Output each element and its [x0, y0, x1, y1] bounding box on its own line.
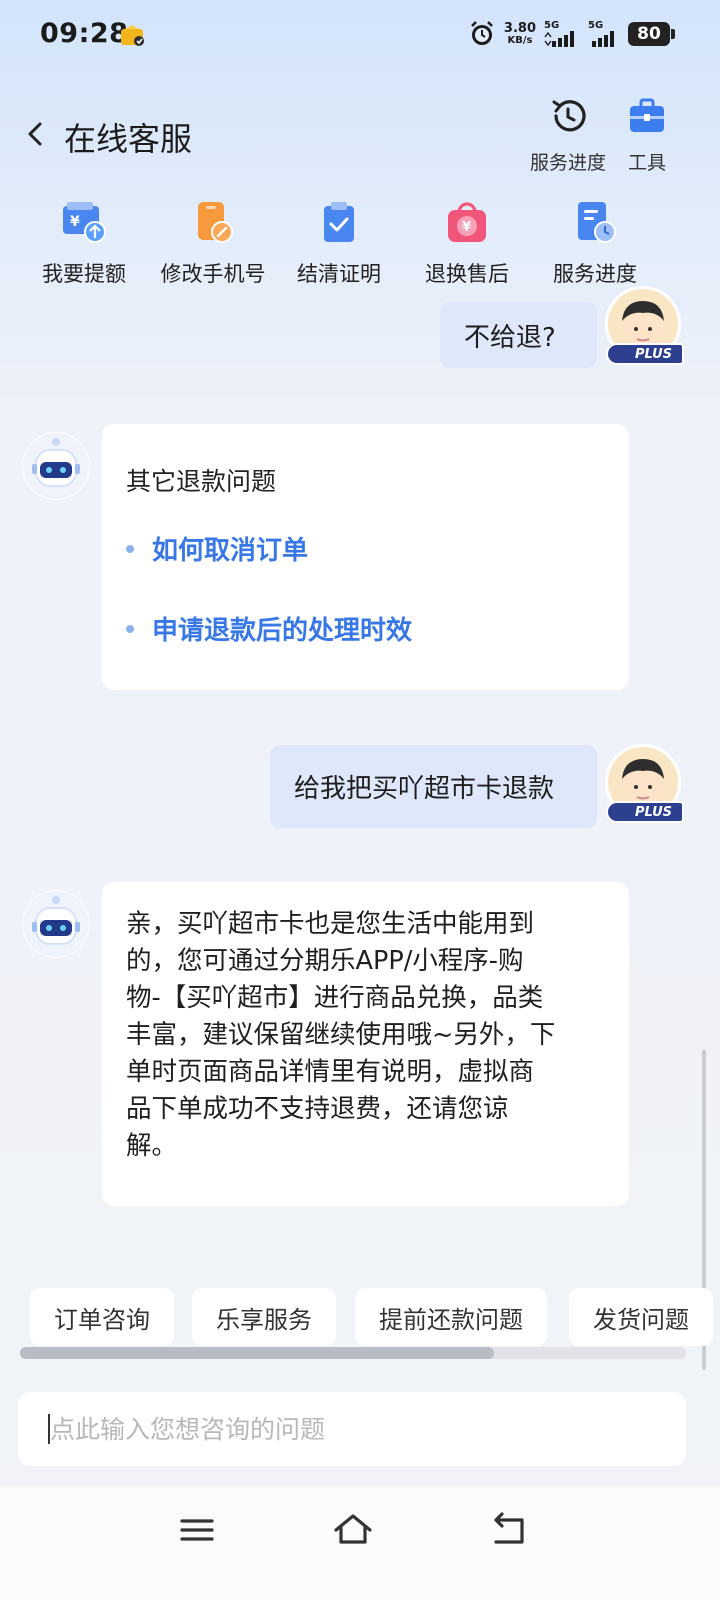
user-message-bubble: 给我把买吖超市卡退款	[270, 745, 597, 828]
user-message-bubble: 不给退?	[440, 302, 597, 368]
faq-link-text: 如何取消订单	[152, 536, 309, 566]
answer-line: 的，您可通过分期乐APP/小程序-购	[126, 946, 524, 976]
shortcut-label: 我要提额	[42, 262, 126, 286]
faq-link-text: 申请退款后的处理时效	[152, 616, 413, 646]
plus-member-badge: PLUS	[606, 343, 684, 365]
bot-answer-text: 亲，买吖超市卡也是您生活中能用到 的，您可通过分期乐APP/小程序-购 物-【买…	[126, 906, 616, 1165]
shortcut-return-exchange[interactable]: ¥ 退换售后	[397, 200, 537, 288]
shopping-bag-yen-icon: ¥	[448, 202, 486, 242]
answer-line: 品下单成功不支持退费，还请您谅	[126, 1094, 509, 1124]
user-message-text: 不给退?	[464, 322, 556, 353]
answer-line: 丰富，建议保留继续使用哦~另外，下	[126, 1020, 556, 1050]
sim1-label: 5G	[544, 20, 560, 31]
answer-line: 解。	[126, 1131, 178, 1161]
document-clock-icon	[578, 202, 616, 243]
bot-faq-card: 其它退款问题 如何取消订单 申请退款后的处理时效	[102, 424, 629, 690]
phone-edit-icon	[198, 202, 233, 243]
alarm-icon	[471, 21, 493, 45]
status-bar: 09:28 3.80 KB/s 5G 5G 80	[0, 0, 720, 72]
shortcut-label: 服务进度	[553, 262, 637, 286]
plus-member-badge: PLUS	[606, 801, 684, 823]
tools-header-label: 工具	[627, 152, 666, 174]
back-arrow-icon[interactable]	[18, 116, 54, 152]
faq-card-title: 其它退款问题	[126, 467, 277, 496]
user-avatar[interactable]: PLUS	[605, 286, 684, 365]
menu-icon[interactable]	[172, 1508, 222, 1552]
robot-icon	[23, 891, 89, 957]
page-header: 在线客服 服务进度 工具	[0, 88, 720, 188]
clipboard-check-icon	[324, 202, 354, 242]
network-speed: 3.80 KB/s	[504, 22, 536, 46]
shortcut-label: 修改手机号	[160, 262, 266, 286]
service-progress-header-button[interactable]: 服务进度	[530, 96, 606, 175]
sim2-signal: 5G	[588, 21, 620, 47]
sim1-signal: 5G	[544, 21, 580, 47]
user-avatar[interactable]: PLUS	[605, 744, 684, 823]
message-input-bar	[18, 1392, 686, 1466]
message-input[interactable]	[50, 1392, 670, 1466]
sim2-label: 5G	[588, 20, 604, 31]
answer-line: 亲，买吖超市卡也是您生活中能用到	[126, 909, 535, 939]
battery-indicator: 80	[628, 22, 675, 46]
page-title: 在线客服	[64, 120, 193, 158]
wallet-upload-icon: ¥	[63, 202, 106, 243]
chips-scroll-thumb[interactable]	[20, 1347, 494, 1359]
svg-text:¥: ¥	[462, 220, 471, 235]
shortcut-credit-increase[interactable]: ¥ 我要提额	[14, 200, 154, 288]
faq-link-cancel-order[interactable]: 如何取消订单	[126, 530, 308, 567]
shortcut-change-phone[interactable]: 修改手机号	[143, 200, 283, 288]
service-progress-header-label: 服务进度	[530, 152, 607, 174]
status-time: 09:28	[40, 18, 129, 49]
user-message-text: 给我把买吖超市卡退款	[294, 774, 555, 804]
shortcut-bar: ¥ 我要提额 修改手机号 结清证明 ¥ 退换售后 服务进度	[0, 200, 720, 300]
chip-early-repayment[interactable]: 提前还款问题	[355, 1288, 547, 1346]
network-speed-unit: KB/s	[507, 35, 533, 46]
shortcut-settlement-proof[interactable]: 结清证明	[269, 200, 409, 288]
system-nav-bar	[0, 1486, 720, 1600]
chip-enjoy-service[interactable]: 乐享服务	[192, 1288, 336, 1346]
bot-answer-bubble: 亲，买吖超市卡也是您生活中能用到 的，您可通过分期乐APP/小程序-购 物-【买…	[102, 882, 629, 1206]
bullet-dot-icon	[126, 544, 134, 553]
shortcut-label: 结清证明	[297, 262, 381, 286]
tools-header-button[interactable]: 工具	[627, 96, 667, 175]
shortcut-service-progress[interactable]: 服务进度	[525, 200, 665, 288]
status-indicators: 3.80 KB/s 5G 5G 80	[468, 20, 675, 48]
bot-avatar	[22, 432, 90, 500]
chip-shipping-issue[interactable]: 发货问题	[569, 1288, 713, 1346]
chip-order-inquiry[interactable]: 订单咨询	[30, 1288, 174, 1346]
network-speed-value: 3.80	[503, 21, 536, 36]
svg-text:¥: ¥	[70, 214, 80, 230]
shortcut-label: 退换售后	[425, 262, 509, 286]
back-nav-icon[interactable]	[484, 1508, 534, 1552]
bullet-dot-icon	[126, 624, 134, 633]
signal-bars-icon	[544, 31, 574, 47]
toolbox-icon	[630, 98, 664, 132]
quick-reply-bar: 订单咨询 乐享服务 提前还款问题 发货问题	[0, 1288, 720, 1348]
app-notification-icon	[121, 25, 144, 46]
home-icon[interactable]	[328, 1508, 378, 1552]
answer-line: 物-【买吖超市】进行商品兑换，品类	[126, 983, 544, 1013]
faq-link-refund-timing[interactable]: 申请退款后的处理时效	[126, 610, 412, 647]
answer-line: 单时页面商品详情里有说明，虚拟商	[126, 1057, 535, 1087]
robot-icon	[23, 433, 89, 499]
bot-avatar	[22, 890, 90, 958]
signal-bars-icon	[592, 31, 614, 47]
clock-history-icon	[552, 100, 586, 132]
